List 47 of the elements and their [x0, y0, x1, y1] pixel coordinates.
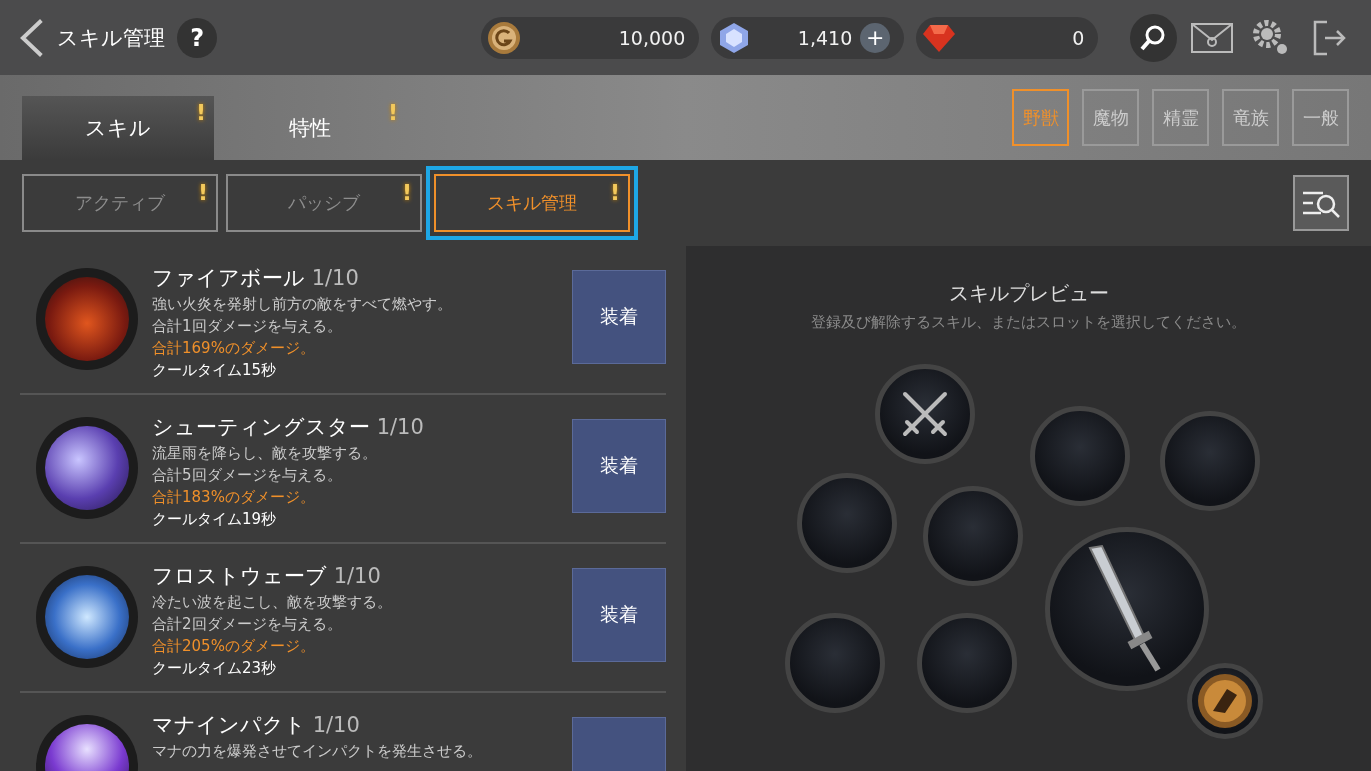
search-button[interactable]: [1130, 13, 1177, 62]
emblem-icon: [1197, 673, 1253, 729]
skill-name: シューティングスター 1/10: [152, 414, 425, 441]
preview-title: スキルプレビュー: [948, 280, 1109, 307]
help-button[interactable]: ?: [177, 17, 218, 58]
skill-damage: 合計169%のダメージ。: [152, 339, 316, 358]
skill-damage: 合計205%のダメージ。: [152, 637, 316, 656]
skill-description: 強い火炎を発射し前方の敵をすべて燃やす。: [152, 295, 453, 314]
filter-search-button[interactable]: [1293, 175, 1349, 231]
skill-icon: [45, 426, 129, 510]
alert-mark-label: !: [401, 180, 412, 205]
alert-mark-label: !: [387, 100, 398, 125]
gem-icon: [922, 22, 957, 53]
alert-mark-label: !: [195, 100, 206, 125]
skill-description: 合計5回ダメージを与える。: [152, 466, 343, 485]
preview-hint: 登録及び解除するスキル、またはスロットを選択してください。: [811, 313, 1246, 332]
skill-name: フロストウェーブ 1/10: [152, 563, 382, 590]
exit-icon: [1312, 19, 1347, 56]
skill-description: 冷たい波を起こし、敵を攻撃する。: [152, 593, 393, 612]
currency-amount: 10,000: [617, 26, 686, 49]
skill-cooldown: クールタイム15秒: [152, 361, 278, 380]
sub-tab[interactable]: パッシブ !: [226, 174, 422, 232]
skill-cooldown: クールタイム23秒: [152, 659, 278, 678]
skill-description: 合計1回ダメージを与える。: [152, 317, 343, 336]
skill-icon: [45, 575, 129, 659]
envelope-icon: [1190, 21, 1235, 54]
currency-amount: 0: [1071, 26, 1085, 49]
equip-button[interactable]: 装着: [572, 568, 666, 662]
equip-button[interactable]: 装着: [572, 270, 666, 364]
skill-name: ファイアボール 1/10: [152, 265, 360, 292]
skill-description: 合計2回ダメージを与える。: [152, 615, 343, 634]
sub-tab[interactable]: アクティブ !: [22, 174, 218, 232]
skill-damage: 合計183%のダメージ。: [152, 488, 316, 507]
skill-cooldown: クールタイム19秒: [152, 510, 278, 529]
alert-mark-label: !: [609, 180, 620, 205]
main-tab[interactable]: スキル !: [22, 96, 214, 160]
currency-amount: 1,410: [796, 26, 853, 49]
equip-button[interactable]: 装着: [572, 419, 666, 513]
add-button[interactable]: +: [860, 22, 891, 53]
skill-name: マナインパクト 1/10: [152, 712, 361, 739]
skill-description: マナの力を爆発させてインパクトを発生させる。: [152, 742, 483, 761]
alert-mark-label: !: [197, 180, 208, 205]
skill-icon: [45, 277, 129, 361]
coin-icon: [487, 20, 522, 55]
skill-description: 流星雨を降らし、敵を攻撃する。: [152, 444, 378, 463]
screen-title: スキル管理: [57, 24, 166, 52]
main-tab[interactable]: 特性 !: [214, 96, 406, 160]
